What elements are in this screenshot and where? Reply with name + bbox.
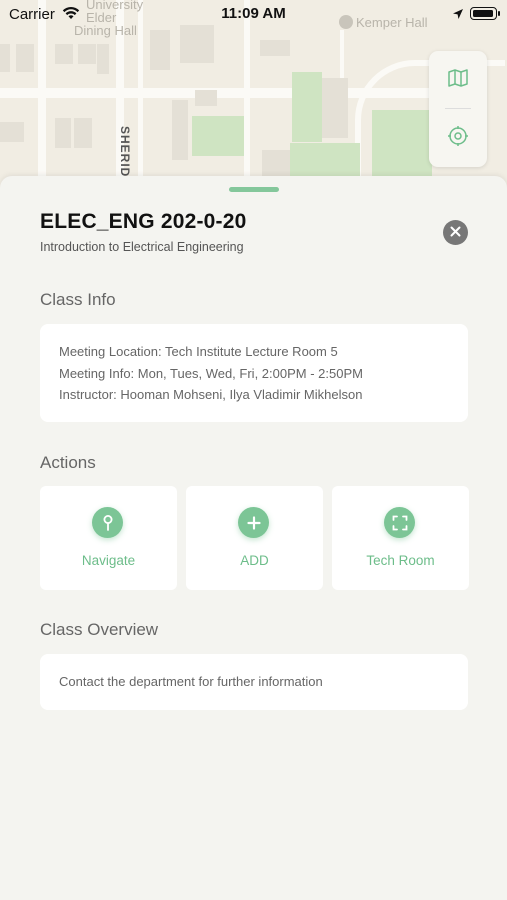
map-road (38, 0, 46, 200)
map-building (260, 40, 290, 56)
battery-icon (470, 7, 500, 20)
meeting-location: Meeting Location: Tech Institute Lecture… (59, 344, 338, 359)
map-building (97, 44, 109, 74)
map-building (318, 78, 348, 138)
overview-text: Contact the department for further infor… (59, 674, 323, 689)
map-building (55, 118, 71, 148)
map-building (195, 90, 217, 106)
map-building (78, 44, 96, 64)
map-park (192, 116, 244, 156)
map-building (150, 30, 170, 70)
course-name: Introduction to Electrical Engineering (40, 240, 244, 254)
map-road (138, 0, 143, 200)
meeting-info: Meeting Info: Mon, Tues, Wed, Fri, 2:00P… (59, 366, 363, 381)
class-info-title: Class Info (40, 290, 116, 309)
tech-room-label: Tech Room (366, 553, 435, 568)
instructor: Instructor: Hooman Mohseni, Ilya Vladimi… (59, 387, 363, 402)
map-park (290, 143, 360, 176)
settings-button[interactable] (429, 109, 487, 167)
status-time: 11:09 AM (221, 5, 286, 22)
class-overview-card: Contact the department for further infor… (40, 654, 468, 710)
tech-room-button[interactable]: Tech Room (332, 486, 469, 590)
expand-icon (384, 507, 415, 538)
map-building (0, 122, 24, 142)
pin-icon (92, 507, 123, 538)
close-icon (450, 224, 461, 242)
add-button[interactable]: ADD (186, 486, 323, 590)
map-controls (429, 51, 487, 167)
class-overview-title: Class Overview (40, 620, 159, 639)
class-info-card: Meeting Location: Tech Institute Lecture… (40, 324, 468, 422)
map-toggle-button[interactable] (429, 51, 487, 109)
map-label-street: SHERID (118, 126, 132, 178)
close-button[interactable] (443, 220, 468, 245)
map-park (292, 72, 322, 142)
settings-icon (446, 124, 470, 153)
map-building (172, 100, 188, 160)
navigate-label: Navigate (81, 553, 136, 568)
course-code: ELEC_ENG 202-0-20 (40, 210, 247, 233)
map-park (372, 110, 432, 176)
plus-icon (238, 507, 269, 538)
map-building (74, 118, 92, 148)
map-icon (447, 67, 469, 94)
actions-title: Actions (40, 453, 96, 472)
map-building (180, 25, 214, 63)
map-building (55, 44, 73, 64)
navigate-button[interactable]: Navigate (40, 486, 177, 590)
map-road (244, 0, 250, 200)
status-bar: Carrier 11:09 AM (0, 0, 507, 28)
sheet-grabber[interactable] (229, 187, 279, 192)
map-building (262, 150, 290, 176)
map-building (16, 44, 34, 72)
map-building (0, 44, 10, 72)
location-arrow-icon (452, 7, 464, 25)
class-detail-sheet: ELEC_ENG 202-0-20 Introduction to Electr… (0, 176, 507, 900)
add-label: ADD (240, 553, 269, 568)
